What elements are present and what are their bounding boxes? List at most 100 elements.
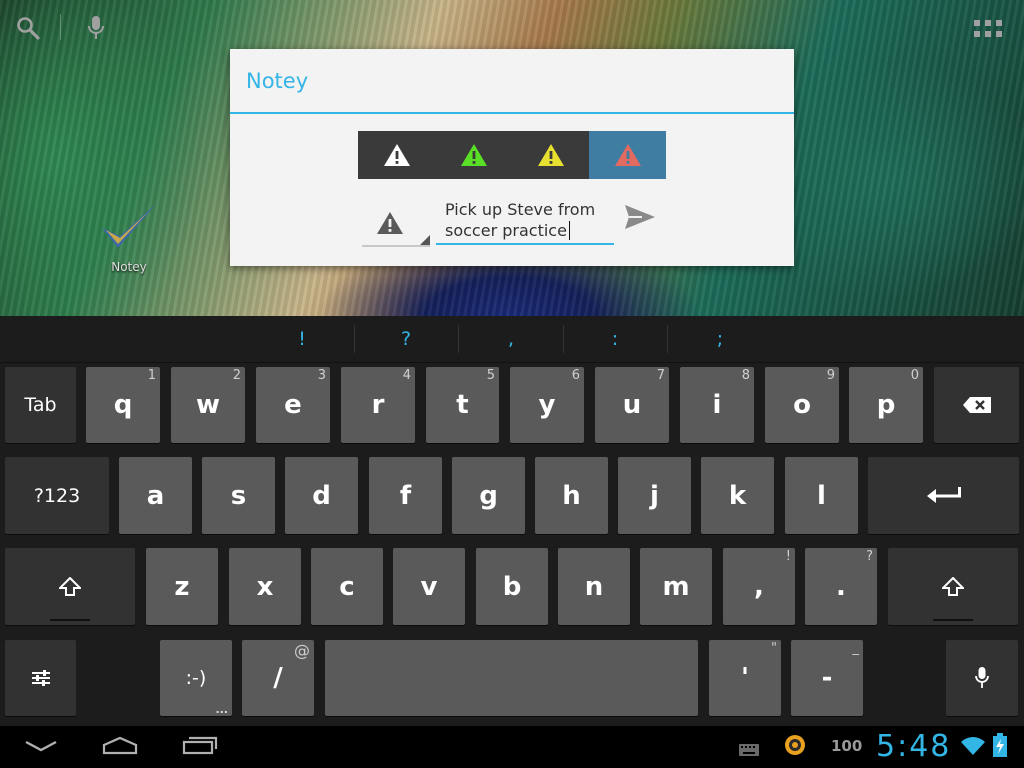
- key-label: h: [562, 480, 581, 511]
- key-o[interactable]: o9: [765, 367, 839, 443]
- key-label: k: [728, 480, 747, 511]
- app-notification-icon[interactable]: [784, 734, 806, 760]
- key-label: b: [502, 571, 522, 602]
- key-p[interactable]: p0: [849, 367, 923, 443]
- voice-input-key[interactable]: [946, 640, 1018, 716]
- key-hint: !: [785, 549, 791, 564]
- backspace-key[interactable]: [934, 367, 1019, 443]
- key-z[interactable]: z: [146, 548, 218, 625]
- warning-icon: [614, 144, 641, 166]
- notey-dialog: Notey Pick up Steve from soccer practice: [230, 49, 794, 266]
- tab-key-label: Tab: [24, 394, 57, 416]
- priority-selector: [358, 131, 666, 179]
- key-h[interactable]: h: [535, 457, 608, 534]
- soft-keyboard: ! ? , : ; Tab q1 w2 e3 r4 t5 y6 u7 i8 o9…: [0, 316, 1024, 726]
- key-c[interactable]: c: [311, 548, 383, 625]
- enter-icon: [926, 486, 961, 503]
- key-q[interactable]: q1: [86, 367, 160, 443]
- search-icon[interactable]: [16, 16, 40, 44]
- key-u[interactable]: u7: [595, 367, 669, 443]
- key-hint: _: [852, 641, 860, 656]
- note-input-text[interactable]: Pick up Steve from soccer practice: [436, 199, 614, 241]
- priority-green-button[interactable]: [435, 131, 512, 179]
- key-k[interactable]: k: [701, 457, 774, 534]
- key-label: l: [817, 480, 826, 511]
- notey-app-shortcut[interactable]: Notey: [96, 198, 162, 274]
- suggestion-item[interactable]: !: [287, 328, 317, 350]
- suggestion-item[interactable]: ?: [391, 328, 421, 350]
- suggestion-divider: [563, 325, 564, 353]
- keyboard-notification-icon[interactable]: [739, 741, 759, 760]
- priority-spinner[interactable]: [362, 205, 430, 247]
- smiley-key[interactable]: :-)...: [160, 640, 232, 716]
- key-y[interactable]: y6: [510, 367, 584, 443]
- key-hint: 6: [571, 368, 580, 383]
- key-label: m: [662, 571, 690, 602]
- key-a[interactable]: a: [119, 457, 192, 534]
- suggestion-item[interactable]: ;: [705, 328, 735, 350]
- key-comma[interactable]: ,!: [723, 548, 795, 625]
- key-s[interactable]: s: [202, 457, 275, 534]
- key-f[interactable]: f: [369, 457, 442, 534]
- settings-key[interactable]: [5, 640, 76, 716]
- key-d[interactable]: d: [285, 457, 358, 534]
- tab-key[interactable]: Tab: [5, 367, 76, 443]
- recent-apps-icon[interactable]: [182, 735, 218, 759]
- key-label: u: [622, 390, 642, 420]
- home-icon[interactable]: [102, 735, 138, 759]
- key-t[interactable]: t5: [426, 367, 499, 443]
- key-i[interactable]: i8: [680, 367, 754, 443]
- key-hint: ": [771, 641, 777, 656]
- key-dash[interactable]: - _: [791, 640, 863, 716]
- send-button[interactable]: [624, 203, 656, 235]
- all-apps-icon[interactable]: [974, 20, 1002, 42]
- key-hint: 4: [402, 368, 411, 383]
- key-m[interactable]: m: [640, 548, 712, 625]
- priority-red-button[interactable]: [589, 131, 666, 179]
- key-hint: 2: [232, 368, 241, 383]
- key-label: :-): [185, 667, 207, 689]
- key-label: n: [584, 571, 604, 602]
- key-label: -: [821, 663, 833, 693]
- suggestion-divider: [354, 325, 355, 353]
- voice-search-icon[interactable]: [88, 15, 104, 45]
- backspace-icon: [962, 397, 991, 413]
- key-label: p: [876, 390, 896, 420]
- key-g[interactable]: g: [452, 457, 525, 534]
- title-divider: [230, 112, 794, 114]
- key-label: z: [174, 571, 190, 602]
- note-input[interactable]: Pick up Steve from soccer practice: [436, 199, 614, 245]
- key-label: q: [113, 390, 133, 420]
- status-clock[interactable]: 5:48: [876, 729, 951, 764]
- priority-yellow-button[interactable]: [512, 131, 589, 179]
- key-label: o: [793, 390, 811, 420]
- key-hint: 0: [910, 368, 919, 383]
- dialog-title: Notey: [246, 69, 309, 93]
- key-x[interactable]: x: [229, 548, 301, 625]
- key-j[interactable]: j: [618, 457, 691, 534]
- key-hint: 1: [147, 368, 156, 383]
- suggestion-divider: [458, 325, 459, 353]
- priority-white-button[interactable]: [358, 131, 435, 179]
- key-period[interactable]: .?: [805, 548, 877, 625]
- key-b[interactable]: b: [476, 548, 548, 625]
- suggestion-item[interactable]: ,: [496, 328, 526, 350]
- key-r[interactable]: r4: [341, 367, 415, 443]
- key-n[interactable]: n: [558, 548, 630, 625]
- key-label: ,: [754, 571, 764, 602]
- hide-keyboard-icon[interactable]: [24, 738, 58, 757]
- key-slash[interactable]: / @: [242, 640, 314, 716]
- enter-key[interactable]: [868, 457, 1019, 534]
- warning-icon: [460, 144, 487, 166]
- key-w[interactable]: w2: [171, 367, 245, 443]
- spacebar[interactable]: [325, 640, 698, 716]
- shift-key-left[interactable]: [5, 548, 135, 625]
- key-e[interactable]: e3: [256, 367, 330, 443]
- key-v[interactable]: v: [393, 548, 465, 625]
- symbols-key[interactable]: ?123: [5, 457, 109, 534]
- suggestion-item[interactable]: :: [600, 328, 630, 350]
- key-apostrophe[interactable]: ' ": [709, 640, 781, 716]
- key-l[interactable]: l: [785, 457, 858, 534]
- key-label: j: [650, 480, 659, 511]
- shift-key-right[interactable]: [888, 548, 1018, 625]
